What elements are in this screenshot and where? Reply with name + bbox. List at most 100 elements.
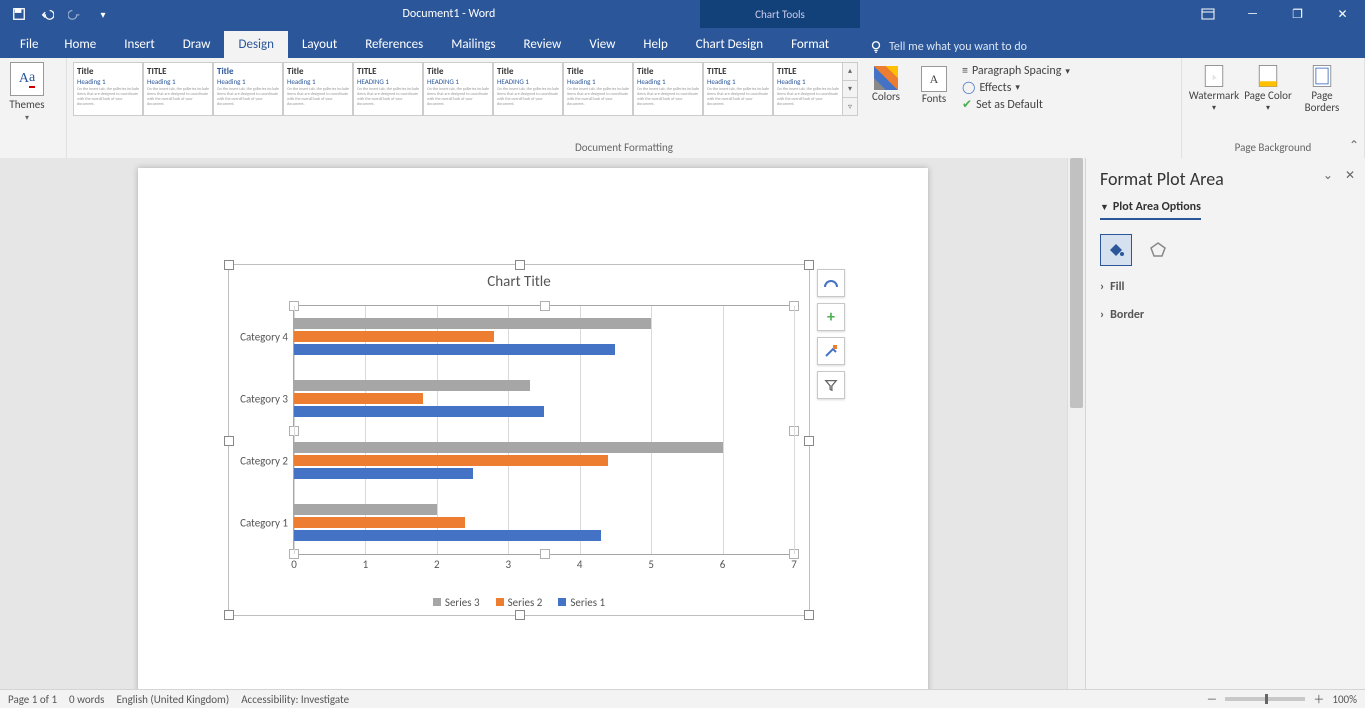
page-borders-label: Page Borders — [1296, 90, 1348, 114]
colors-button[interactable]: Colors — [866, 62, 906, 103]
bar-series-3[interactable] — [294, 318, 651, 329]
border-section[interactable]: ›Border — [1100, 308, 1351, 322]
style-thumbnail[interactable]: TITLEHEADING 1On the Insert tab, the gal… — [353, 62, 423, 116]
collapse-ribbon-button[interactable]: ⌃ — [1349, 138, 1359, 153]
x-axis-tick: 0 — [291, 558, 297, 571]
tab-format[interactable]: Format — [777, 31, 843, 58]
tab-references[interactable]: References — [351, 31, 437, 58]
fill-line-tab[interactable] — [1100, 234, 1132, 266]
bar-series-1[interactable] — [294, 530, 601, 541]
watermark-label: Watermark — [1189, 90, 1239, 102]
tab-help[interactable]: Help — [629, 31, 681, 58]
effects-tab[interactable] — [1142, 234, 1174, 266]
fill-section[interactable]: ›Fill — [1100, 280, 1351, 294]
zoom-slider[interactable] — [1225, 697, 1305, 701]
resize-handle[interactable] — [804, 436, 814, 446]
style-thumbnail[interactable]: TitleHEADING 1On the Insert tab, the gal… — [493, 62, 563, 116]
tab-chart-design[interactable]: Chart Design — [682, 31, 777, 58]
qat-customize[interactable]: ▾ — [92, 3, 114, 25]
bar-series-3[interactable] — [294, 380, 530, 391]
bar-series-2[interactable] — [294, 517, 465, 528]
minimize-button[interactable]: — — [1230, 0, 1275, 28]
set-default-button[interactable]: ✔Set as Default — [962, 97, 1070, 112]
fonts-button[interactable]: A Fonts — [914, 62, 954, 105]
chart-legend[interactable]: Series 3 Series 2 Series 1 — [229, 596, 809, 610]
page-borders-button[interactable]: Page Borders — [1296, 62, 1348, 114]
tab-view[interactable]: View — [575, 31, 629, 58]
chart-filters-button[interactable] — [817, 371, 845, 399]
resize-handle[interactable] — [224, 610, 234, 620]
bar-series-3[interactable] — [294, 504, 437, 515]
style-thumbnail[interactable]: TitleHeading 1On the Insert tab, the gal… — [633, 62, 703, 116]
resize-handle[interactable] — [224, 436, 234, 446]
bar-series-1[interactable] — [294, 406, 544, 417]
tab-home[interactable]: Home — [50, 31, 110, 58]
resize-handle[interactable] — [804, 610, 814, 620]
effects-button[interactable]: ◯Effects ▾ — [962, 80, 1070, 95]
bar-series-2[interactable] — [294, 331, 494, 342]
bar-series-2[interactable] — [294, 393, 423, 404]
watermark-button[interactable]: A Watermark▾ — [1188, 62, 1240, 114]
themes-button[interactable]: Aa Themes ▾ — [6, 62, 48, 123]
layout-options-button[interactable] — [817, 269, 845, 297]
y-axis-category: Category 2 — [240, 455, 288, 468]
status-words[interactable]: 0 words — [69, 693, 104, 706]
chart-styles-button[interactable] — [817, 337, 845, 365]
tab-mailings[interactable]: Mailings — [437, 31, 509, 58]
x-axis-tick: 2 — [434, 558, 440, 571]
style-thumbnail[interactable]: TitleHeading 1On the Insert tab, the gal… — [283, 62, 353, 116]
page-color-button[interactable]: Page Color▾ — [1242, 62, 1294, 114]
tab-layout[interactable]: Layout — [288, 31, 351, 58]
status-page[interactable]: Page 1 of 1 — [8, 693, 57, 706]
style-thumbnail[interactable]: TitleHeading 1On the Insert tab, the gal… — [73, 62, 143, 116]
resize-handle[interactable] — [515, 260, 525, 270]
undo-button[interactable] — [36, 3, 58, 25]
close-button[interactable]: ✕ — [1320, 0, 1365, 28]
resize-handle[interactable] — [224, 260, 234, 270]
style-thumbnail[interactable]: TitleHeading 1On the Insert tab, the gal… — [213, 62, 283, 116]
paragraph-spacing-button[interactable]: ≡Paragraph Spacing ▾ — [962, 64, 1070, 78]
scrollbar-thumb[interactable] — [1070, 158, 1083, 408]
restore-button[interactable]: ❐ — [1275, 0, 1320, 28]
status-accessibility[interactable]: Accessibility: Investigate — [241, 693, 349, 706]
zoom-out-button[interactable]: － — [1206, 691, 1217, 707]
tell-me-search[interactable]: Tell me what you want to do — [863, 36, 1033, 58]
bar-series-1[interactable] — [294, 344, 615, 355]
ribbon-display-options[interactable] — [1185, 0, 1230, 28]
pane-subtitle[interactable]: ▼Plot Area Options — [1100, 200, 1201, 220]
resize-handle[interactable] — [515, 610, 525, 620]
style-gallery[interactable]: TitleHeading 1On the Insert tab, the gal… — [73, 62, 843, 116]
tab-design[interactable]: Design — [224, 31, 287, 58]
page-borders-icon — [1308, 62, 1336, 90]
bar-series-1[interactable] — [294, 468, 473, 479]
legend-item[interactable]: Series 1 — [558, 596, 605, 609]
style-gallery-more[interactable]: ▴▾▿ — [843, 62, 858, 116]
style-thumbnail[interactable]: TITLEHeading 1On the Insert tab, the gal… — [773, 62, 843, 116]
redo-button[interactable] — [64, 3, 86, 25]
fonts-icon: A — [921, 66, 947, 92]
plot-area[interactable]: 01234567Category 4Category 3Category 2Ca… — [293, 305, 795, 555]
tab-insert[interactable]: Insert — [110, 31, 169, 58]
tab-review[interactable]: Review — [510, 31, 576, 58]
bar-series-3[interactable] — [294, 442, 723, 453]
style-thumbnail[interactable]: TitleHEADING 1On the Insert tab, the gal… — [423, 62, 493, 116]
save-button[interactable] — [8, 3, 30, 25]
resize-handle[interactable] — [804, 260, 814, 270]
vertical-scrollbar[interactable] — [1067, 158, 1085, 690]
legend-item[interactable]: Series 2 — [496, 596, 543, 609]
zoom-level[interactable]: 100% — [1332, 693, 1357, 706]
zoom-in-button[interactable]: ＋ — [1313, 691, 1324, 707]
tab-file[interactable]: File — [8, 31, 50, 58]
bar-series-2[interactable] — [294, 455, 608, 466]
chart-elements-button[interactable]: + — [817, 303, 845, 331]
chart-object[interactable]: Chart Title 01234567Category 4Category 3… — [228, 264, 810, 616]
status-language[interactable]: English (United Kingdom) — [116, 693, 229, 706]
tab-draw[interactable]: Draw — [169, 31, 225, 58]
legend-item[interactable]: Series 3 — [433, 596, 480, 609]
x-axis-tick: 5 — [648, 558, 654, 571]
style-thumbnail[interactable]: TITLEHeading 1On the Insert tab, the gal… — [703, 62, 773, 116]
style-thumbnail[interactable]: TitleHeading 1On the Insert tab, the gal… — [563, 62, 633, 116]
pane-close-button[interactable]: ✕ — [1345, 168, 1355, 183]
style-thumbnail[interactable]: TITLEHeading 1On the Insert tab, the gal… — [143, 62, 213, 116]
pane-options-button[interactable]: ⌄ — [1323, 168, 1333, 183]
